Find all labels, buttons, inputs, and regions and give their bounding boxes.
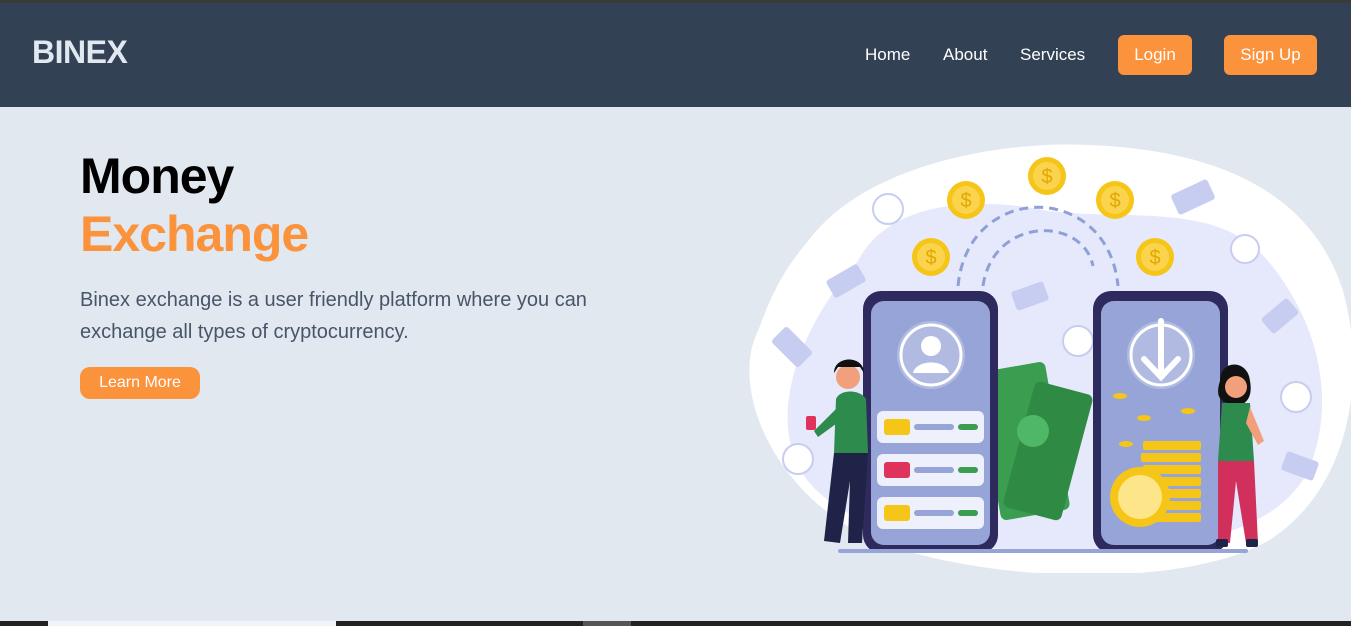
nav-home-link[interactable]: Home <box>865 45 910 65</box>
hero-description: Binex exchange is a user friendly platfo… <box>80 289 587 343</box>
learn-more-button[interactable]: Learn More <box>80 367 200 399</box>
signup-button[interactable]: Sign Up <box>1224 35 1317 75</box>
hero-section: Money Exchange Binex exchange is a user … <box>0 107 1351 621</box>
site-header: BINEX Home About Services Login Sign Up <box>0 3 1351 107</box>
hero-title-line2: Exchange <box>80 206 309 262</box>
scrollbar-segment <box>583 621 631 626</box>
bottom-scrollbar[interactable] <box>0 621 1351 626</box>
phone-download-icon <box>1093 291 1228 553</box>
money-exchange-illustration: $ $ $ $ $ <box>749 144 1351 573</box>
scrollbar-thumb[interactable] <box>48 621 336 626</box>
phone-profile-icon <box>863 291 998 553</box>
coin-symbol: $ <box>1149 247 1160 269</box>
main-nav: Home About Services Login Sign Up <box>0 3 1351 107</box>
login-button[interactable]: Login <box>1118 35 1192 75</box>
coin-symbol: $ <box>1109 190 1120 212</box>
nav-about-link[interactable]: About <box>943 45 987 65</box>
ground-line <box>838 549 1248 553</box>
nav-services-link[interactable]: Services <box>1020 45 1085 65</box>
coin-symbol: $ <box>925 247 936 269</box>
coin-symbol: $ <box>960 190 971 212</box>
hero-title-line1: Money <box>80 148 234 204</box>
coin-symbol: $ <box>1041 166 1052 188</box>
